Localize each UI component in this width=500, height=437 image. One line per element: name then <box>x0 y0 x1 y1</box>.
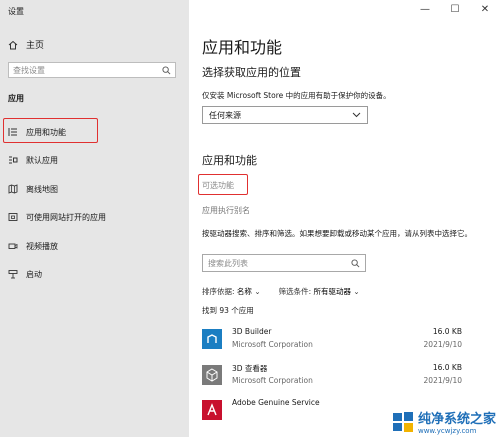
startup-icon <box>8 270 18 279</box>
sidebar: 设置 主页 查找设置 应用 应用和功能 默认应用 离线地图 可使用网站打开的应用… <box>0 0 189 437</box>
sort-filter-bar: 排序依据: 名称 ⌄ 筛选条件: 所有驱动器 ⌄ <box>202 286 360 297</box>
sidebar-item-label: 可使用网站打开的应用 <box>26 212 106 222</box>
app-list-search-input[interactable]: 搜索此列表 <box>202 254 366 272</box>
filter-value: 所有驱动器 <box>313 287 352 296</box>
app-execution-alias-link[interactable]: 应用执行别名 <box>202 205 250 216</box>
maximize-button[interactable]: ☐ <box>440 0 470 18</box>
settings-search-input[interactable]: 查找设置 <box>8 62 176 78</box>
page-title: 应用和功能 <box>202 38 283 57</box>
search-icon <box>351 258 360 267</box>
3d-builder-app-icon <box>202 329 222 349</box>
selection-highlight-box <box>3 118 98 143</box>
sidebar-item-label: 离线地图 <box>26 184 58 194</box>
app-name: 3D 查看器 <box>232 364 268 373</box>
section-heading-apps: 应用和功能 <box>202 154 257 167</box>
app-publisher: Microsoft Corporation <box>232 376 313 385</box>
chevron-down-icon: ⌄ <box>353 287 360 296</box>
sidebar-item-web-apps[interactable]: 可使用网站打开的应用 <box>8 210 106 224</box>
window-title: 设置 <box>8 7 24 16</box>
install-source-dropdown[interactable]: 任何来源 <box>202 106 368 124</box>
apps-found-count: 找到 93 个应用 <box>202 306 254 315</box>
app-publisher: Microsoft Corporation <box>232 340 313 349</box>
windows-logo-icon <box>392 411 413 432</box>
watermark-title: 纯净系统之家 <box>417 412 496 427</box>
list-item[interactable]: 3D 查看器 Microsoft Corporation 16.0 KB 202… <box>202 363 470 395</box>
watermark: 纯净系统之家 www.ycwjzy.com <box>392 408 496 435</box>
video-icon <box>8 243 18 249</box>
filter-label: 筛选条件: <box>278 287 312 296</box>
home-label: 主页 <box>26 41 45 51</box>
sidebar-item-label: 默认应用 <box>26 155 58 165</box>
app-date: 2021/9/10 <box>423 376 462 385</box>
list-item[interactable]: 3D Builder Microsoft Corporation 16.0 KB… <box>202 327 470 359</box>
sidebar-item-startup[interactable]: 启动 <box>8 267 42 281</box>
section-label-apps: 应用 <box>8 94 24 103</box>
sort-label: 排序依据: <box>202 287 235 296</box>
chevron-down-icon <box>352 112 361 118</box>
apps-description: 按驱动器搜索、排序和筛选。如果想要卸载或移动某个应用，请从列表中选择它。 <box>202 229 472 238</box>
install-source-value: 任何来源 <box>209 110 241 120</box>
home-icon <box>8 40 18 49</box>
sidebar-item-video-playback[interactable]: 视频播放 <box>8 239 58 253</box>
adobe-app-icon <box>202 400 222 420</box>
default-apps-icon <box>9 156 18 164</box>
install-source-info: 仅安装 Microsoft Store 中的应用有助于保护你的设备。 <box>202 91 391 100</box>
sort-value: 名称 <box>236 287 252 296</box>
search-icon <box>162 65 171 74</box>
filter-control[interactable]: 筛选条件: 所有驱动器 ⌄ <box>279 286 360 297</box>
sidebar-home[interactable]: 主页 <box>8 38 44 51</box>
minimize-button[interactable]: — <box>410 0 440 18</box>
3d-viewer-app-icon <box>202 365 222 385</box>
web-app-icon <box>8 213 18 221</box>
sort-control[interactable]: 排序依据: 名称 ⌄ <box>202 286 261 297</box>
window-controls: — ☐ ✕ <box>410 0 500 18</box>
app-date: 2021/9/10 <box>423 340 462 349</box>
optional-features-highlight-box <box>198 174 248 195</box>
app-size: 16.0 KB <box>432 363 462 372</box>
app-name: 3D Builder <box>232 327 272 336</box>
settings-search-placeholder: 查找设置 <box>13 65 45 75</box>
chevron-down-icon: ⌄ <box>254 287 261 296</box>
map-icon <box>8 184 18 194</box>
close-button[interactable]: ✕ <box>470 0 500 18</box>
sidebar-item-label: 启动 <box>26 269 42 279</box>
app-size: 16.0 KB <box>432 327 462 336</box>
sidebar-item-default-apps[interactable]: 默认应用 <box>8 153 58 167</box>
app-list-search-placeholder: 搜索此列表 <box>208 258 248 268</box>
sidebar-item-label: 视频播放 <box>26 241 58 251</box>
app-name: Adobe Genuine Service <box>232 398 320 407</box>
sidebar-item-offline-maps[interactable]: 离线地图 <box>8 182 58 196</box>
section-heading-install-source: 选择获取应用的位置 <box>202 66 301 79</box>
watermark-url: www.ycwjzy.com <box>417 427 477 435</box>
